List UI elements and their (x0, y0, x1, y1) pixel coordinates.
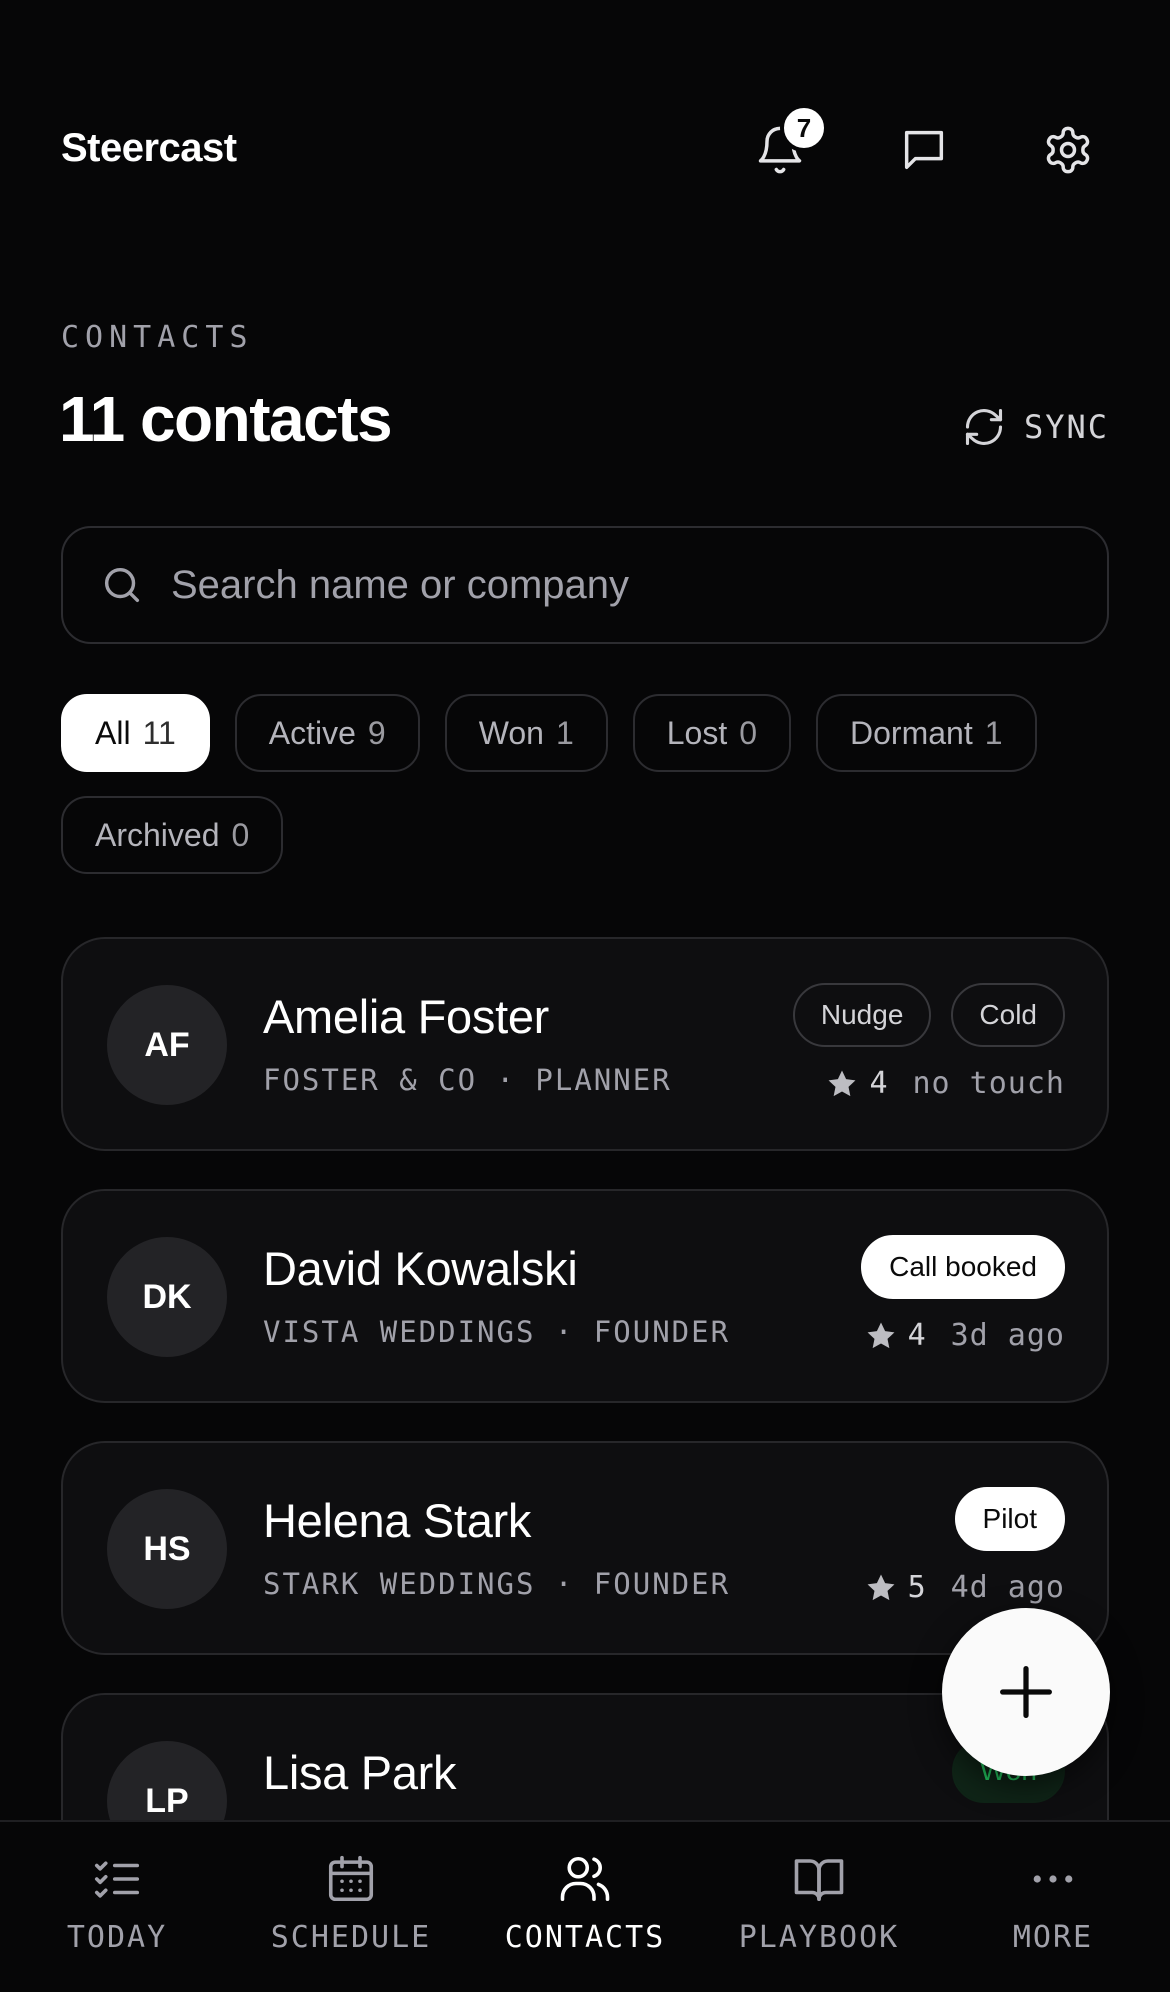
users-icon (560, 1856, 610, 1902)
last-touch: no touch (912, 1066, 1065, 1101)
settings-button[interactable] (1036, 118, 1100, 182)
filter-chip-label: Archived (95, 816, 220, 853)
nav-label: TODAY (66, 1920, 168, 1955)
filter-chip-active[interactable]: Active 9 (234, 694, 420, 772)
contact-company-role: VISTA WEDDINGS · FOUNDER (263, 1315, 731, 1349)
filter-chip-all[interactable]: All 11 (61, 694, 210, 772)
filter-chip-count: 1 (555, 714, 574, 751)
contact-stats: 5 4d ago (864, 1570, 1065, 1605)
rating-value: 4 (907, 1318, 927, 1353)
filter-chip-label: Dormant (850, 714, 973, 751)
status-badge: Pilot (954, 1487, 1065, 1551)
app-brand: Steercast (61, 126, 237, 170)
filter-chip-label: Lost (666, 714, 728, 751)
contact-company-role: FOSTER & CO · PLANNER (263, 1063, 672, 1097)
sync-button[interactable]: SYNC (962, 405, 1109, 449)
page-title: 11 contacts (59, 383, 393, 455)
contact-name: Lisa Park (263, 1746, 457, 1799)
gear-icon (1046, 126, 1090, 174)
nav-item-schedule[interactable]: SCHEDULE (234, 1822, 468, 1992)
status-badge: Call booked (861, 1235, 1065, 1299)
contact-company-role: STARK WEDDINGS · FOUNDER (263, 1567, 731, 1601)
messages-button[interactable] (892, 118, 956, 182)
contact-tags: Pilot (954, 1487, 1065, 1551)
search-input[interactable] (171, 562, 1071, 608)
section-label: CONTACTS (61, 320, 254, 355)
nav-item-today[interactable]: TODAY (0, 1822, 234, 1992)
filter-chip-count: 9 (367, 714, 386, 751)
contact-card[interactable]: DK David Kowalski VISTA WEDDINGS · FOUND… (61, 1189, 1109, 1403)
chat-icon (904, 130, 944, 170)
plus-icon (1000, 1666, 1052, 1718)
status-badge: Nudge (792, 983, 932, 1047)
contact-stats: 4 no touch (825, 1066, 1065, 1101)
rating-value: 4 (869, 1066, 889, 1101)
rating-value: 5 (907, 1570, 927, 1605)
contact-name: Helena Stark (263, 1494, 532, 1547)
star-icon (867, 1574, 895, 1600)
contact-name: David Kowalski (263, 1242, 578, 1295)
filter-chip-count: 1 (984, 714, 1003, 751)
filter-chip-count: 0 (231, 816, 250, 853)
filter-chip-won[interactable]: Won 1 (444, 694, 608, 772)
app-header: Steercast 7 (0, 0, 1170, 300)
refresh-icon (965, 408, 1002, 446)
filter-chip-label: Active (268, 714, 356, 751)
filter-chip-lost[interactable]: Lost 0 (632, 694, 792, 772)
avatar: DK (107, 1237, 227, 1357)
filter-chip-count: 11 (142, 714, 176, 751)
last-touch: 4d ago (950, 1570, 1065, 1605)
filter-chips: All 11 Active 9 Won 1 Lost 0 Dormant 1 A… (61, 694, 1121, 874)
contact-name: Amelia Foster (263, 990, 550, 1043)
nav-label: CONTACTS (504, 1920, 666, 1955)
contact-card[interactable]: AF Amelia Foster FOSTER & CO · PLANNER N… (61, 937, 1109, 1151)
nav-item-playbook[interactable]: PLAYBOOK (702, 1822, 936, 1992)
avatar: AF (107, 985, 227, 1105)
avatar: HS (107, 1489, 227, 1609)
nav-item-more[interactable]: MORE (936, 1822, 1170, 1992)
contact-stats: 4 3d ago (864, 1318, 1065, 1353)
add-contact-button[interactable] (942, 1608, 1110, 1776)
star-icon (828, 1070, 856, 1096)
contact-card[interactable]: HS Helena Stark STARK WEDDINGS · FOUNDER… (61, 1441, 1109, 1655)
book-open-icon (794, 1859, 844, 1902)
search-field[interactable] (61, 526, 1109, 644)
nav-label: MORE (1012, 1920, 1094, 1955)
filter-chip-label: Won (478, 714, 544, 751)
nav-label: SCHEDULE (270, 1920, 432, 1955)
bottom-nav: TODAY SCHEDULE CONTACTS PLAYBOOK MORE (0, 1820, 1170, 1992)
filter-chip-count: 0 (739, 714, 758, 751)
filter-chip-archived[interactable]: Archived 0 (61, 796, 284, 874)
contact-tags: Call booked (861, 1235, 1065, 1299)
nav-label: PLAYBOOK (738, 1920, 900, 1955)
last-touch: 3d ago (950, 1318, 1065, 1353)
filter-chip-dormant[interactable]: Dormant 1 (816, 694, 1037, 772)
calendar-icon (328, 1855, 374, 1902)
more-dots-icon (1033, 1875, 1073, 1883)
checklist-icon (94, 1861, 140, 1898)
filter-chip-label: All (95, 714, 131, 751)
search-icon (104, 567, 140, 603)
status-badge: Cold (951, 983, 1065, 1047)
contact-list: AF Amelia Foster FOSTER & CO · PLANNER N… (61, 937, 1109, 1945)
contact-tags: Nudge Cold (792, 983, 1065, 1047)
star-icon (867, 1322, 895, 1348)
notification-count-badge: 7 (780, 104, 828, 152)
nav-item-contacts[interactable]: CONTACTS (468, 1822, 702, 1992)
sync-label: SYNC (1023, 408, 1109, 446)
